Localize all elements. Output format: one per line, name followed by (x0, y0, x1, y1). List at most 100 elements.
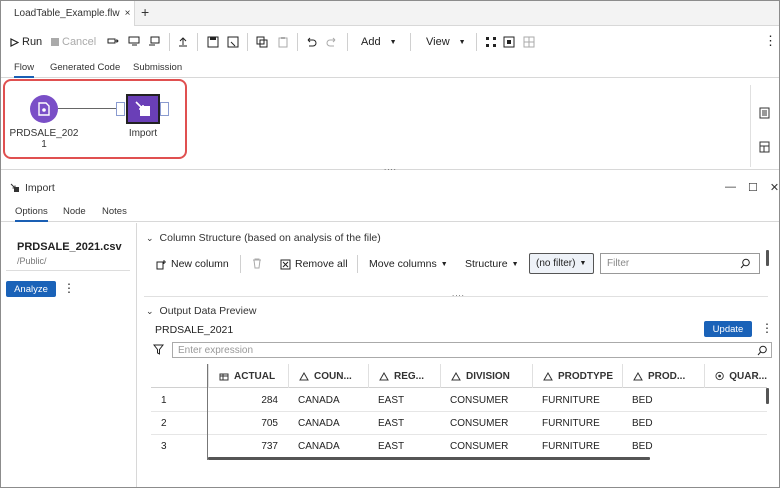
column-header[interactable]: COUN... (288, 364, 368, 388)
tab-submission[interactable]: Submission (133, 62, 182, 73)
table-cell: CONSUMER (450, 441, 509, 452)
column-structure-scrollbar[interactable] (766, 250, 769, 266)
toolbar-separator (357, 255, 358, 273)
output-port[interactable] (160, 102, 169, 116)
flow-view-tabs: Flow Generated Code Submission (1, 58, 779, 78)
filter-select[interactable]: (no filter) ▼ (529, 253, 594, 274)
paste-icon[interactable] (277, 36, 289, 48)
layout-icon[interactable] (759, 141, 770, 153)
table-row[interactable]: 3 737 CANADA EAST CONSUMER FURNITURE BED (151, 435, 767, 458)
numeric-column-icon (219, 373, 229, 380)
undo-icon[interactable] (305, 36, 317, 48)
close-icon[interactable]: ✕ (770, 181, 779, 194)
output-table-name: PRDSALE_2021 (155, 324, 234, 336)
table-cell: CONSUMER (450, 395, 509, 406)
main-toolbar: Run Cancel Add ▼ View ▼ ⋮ (1, 27, 779, 57)
import-node[interactable] (126, 94, 160, 124)
table-vertical-scrollbar[interactable] (766, 388, 769, 404)
add-menu-button[interactable]: Add ▼ (361, 36, 397, 48)
chevron-down-icon: ▼ (440, 260, 448, 268)
flow-document-tab[interactable]: LoadTable_Example.flw × (1, 1, 135, 26)
minimize-icon[interactable]: — (725, 181, 736, 194)
toolbar-more-button[interactable]: ⋮ (764, 33, 777, 49)
table-cell: FURNITURE (542, 441, 600, 452)
column-header-label: REG... (394, 370, 425, 382)
chevron-down-icon: ▼ (579, 260, 587, 267)
document-tab-title: LoadTable_Example.flw (14, 8, 120, 19)
chevron-down-icon: ▼ (458, 38, 466, 46)
grid-icon[interactable] (523, 36, 535, 48)
column-header[interactable]: ACTUAL (208, 364, 288, 388)
add-tab-button[interactable]: + (141, 4, 149, 20)
tab-notes[interactable]: Notes (102, 206, 127, 217)
save-as-icon[interactable] (227, 36, 239, 48)
filter-input[interactable]: Filter (600, 253, 760, 274)
analyze-button[interactable]: Analyze (6, 281, 56, 297)
section-splitter-grip[interactable]: .... (452, 289, 465, 298)
table-cell: 284 (261, 395, 278, 406)
run-node-icon[interactable] (107, 36, 119, 48)
view-menu-button[interactable]: View ▼ (426, 36, 466, 48)
update-button[interactable]: Update (704, 321, 752, 337)
new-column-label: New column (171, 258, 229, 270)
run-button[interactable]: Run (10, 36, 42, 48)
column-header[interactable]: PROD... (622, 364, 704, 388)
new-column-button[interactable]: New column (156, 258, 229, 270)
search-icon (757, 345, 767, 356)
table-node[interactable] (30, 95, 58, 123)
move-columns-button[interactable]: Move columns ▼ (369, 258, 448, 270)
properties-tabs: Options Node Notes (1, 202, 779, 222)
table-row[interactable]: 1 284 CANADA EAST CONSUMER FURNITURE BED (151, 389, 767, 412)
close-tab-icon[interactable]: × (125, 8, 131, 19)
tab-flow[interactable]: Flow (14, 62, 35, 78)
table-node-icon (38, 102, 50, 116)
import-node-label: Import (128, 128, 158, 139)
output-preview-header[interactable]: ⌄ Output Data Preview (146, 305, 256, 317)
filter-select-value: (no filter) (536, 258, 576, 269)
remove-all-button[interactable]: Remove all (280, 258, 348, 270)
delete-icon[interactable] (252, 258, 262, 269)
file-name: PRDSALE_2021.csv (17, 241, 122, 253)
column-structure-header[interactable]: ⌄ Column Structure (based on analysis of… (146, 232, 381, 244)
toolbar-separator (347, 33, 348, 51)
structure-button[interactable]: Structure ▼ (465, 258, 519, 270)
column-header[interactable]: QUAR... (704, 364, 767, 388)
redo-icon[interactable] (326, 36, 338, 48)
fit-icon[interactable] (503, 36, 515, 48)
upload-icon[interactable] (177, 36, 189, 48)
expression-input[interactable]: Enter expression (172, 342, 772, 358)
properties-icon[interactable] (759, 107, 770, 119)
column-header[interactable]: REG... (368, 364, 440, 388)
toolbar-separator (297, 33, 298, 51)
toolbar-separator (197, 33, 198, 51)
tab-node[interactable]: Node (63, 206, 86, 217)
remove-all-label: Remove all (295, 258, 348, 270)
copy-icon[interactable] (256, 36, 268, 48)
input-port[interactable] (116, 102, 125, 116)
table-node-label-line2: 1 (41, 139, 47, 150)
analyze-more-button[interactable]: ⋮ (63, 281, 75, 295)
table-cell: 737 (261, 441, 278, 452)
column-header[interactable]: PRODTYPE (532, 364, 622, 388)
tab-options[interactable]: Options (15, 206, 48, 222)
column-header[interactable]: DIVISION (440, 364, 532, 388)
splitter-grip[interactable]: .... (384, 163, 397, 172)
chevron-down-icon: ▼ (511, 260, 519, 268)
arrange-icon[interactable] (485, 36, 497, 48)
toolbar-separator (169, 33, 170, 51)
run-from-node-icon[interactable] (128, 36, 140, 48)
table-horizontal-scrollbar[interactable] (208, 457, 650, 460)
cancel-button[interactable]: Cancel (51, 36, 96, 48)
column-structure-heading: Column Structure (based on analysis of t… (159, 232, 381, 244)
run-to-node-icon[interactable] (148, 36, 160, 48)
filter-funnel-icon[interactable] (153, 344, 164, 355)
character-column-icon (451, 371, 461, 380)
update-more-button[interactable]: ⋮ (761, 321, 773, 335)
import-small-icon (10, 183, 19, 192)
properties-title-text: Import (25, 182, 55, 194)
tab-generated-code[interactable]: Generated Code (50, 62, 120, 73)
table-row[interactable]: 2 705 CANADA EAST CONSUMER FURNITURE BED (151, 412, 767, 435)
save-icon[interactable] (207, 36, 219, 48)
structure-label: Structure (465, 258, 508, 270)
maximize-icon[interactable]: ☐ (748, 181, 758, 194)
